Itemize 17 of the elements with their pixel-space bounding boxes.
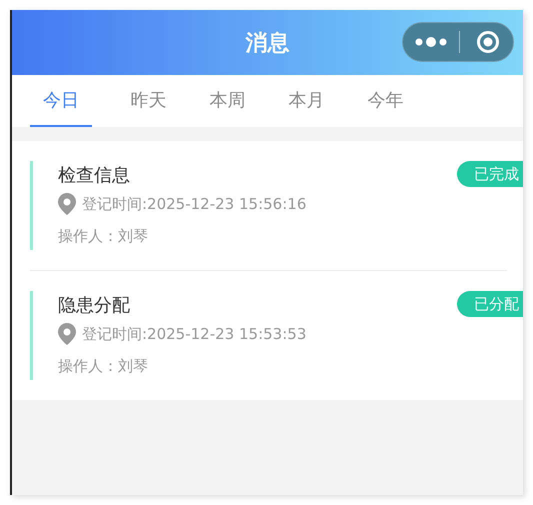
tab[interactable]: 本月 <box>267 75 346 127</box>
tab[interactable]: 今日 <box>30 75 92 127</box>
status-badge: 已完成 <box>457 161 523 187</box>
more-icon[interactable] <box>415 36 447 48</box>
operator-text: 操作人：刘琴 <box>58 357 148 376</box>
location-pin-icon <box>58 193 76 215</box>
tab[interactable]: 本周 <box>188 75 267 127</box>
tab[interactable]: 昨天 <box>109 75 188 127</box>
tab[interactable]: 今年 <box>346 75 425 127</box>
registration-time: 登记时间:2025-12-23 15:56:16 <box>82 194 306 214</box>
operator-text: 操作人：刘琴 <box>58 227 148 246</box>
status-badge: 已分配 <box>457 291 523 317</box>
registration-time: 登记时间:2025-12-23 15:53:53 <box>82 324 306 344</box>
page-title: 消息 <box>246 30 290 58</box>
message-title: 检查信息 <box>58 164 130 188</box>
location-pin-icon <box>58 323 76 345</box>
message-title: 隐患分配 <box>58 294 130 318</box>
